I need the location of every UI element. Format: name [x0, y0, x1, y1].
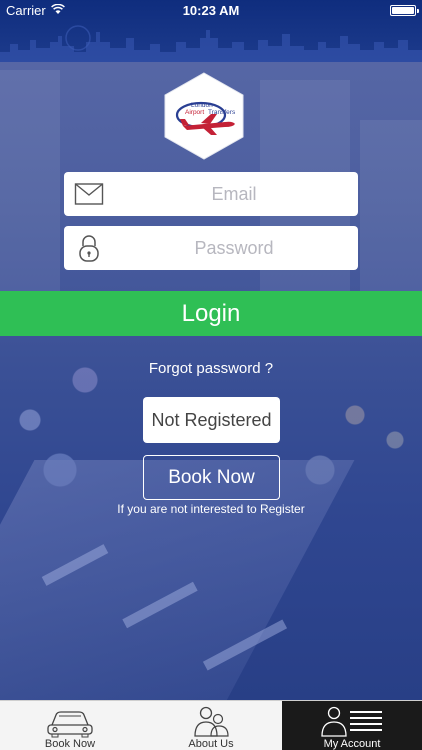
tab-label: About Us	[188, 738, 234, 750]
tab-about-us[interactable]: About Us	[141, 701, 281, 750]
car-icon	[47, 711, 93, 738]
envelope-icon	[74, 183, 104, 205]
tab-label: Book Now	[44, 738, 96, 750]
password-input[interactable]	[114, 226, 354, 270]
battery-icon	[390, 5, 419, 16]
book-now-button[interactable]: Book Now	[143, 455, 280, 500]
padlock-icon	[79, 235, 99, 262]
tab-label: My Account	[323, 738, 381, 750]
clock: 10:23 AM	[182, 3, 240, 18]
login-button[interactable]: Login	[0, 291, 422, 336]
email-field[interactable]	[64, 172, 358, 216]
tab-my-account[interactable]: My Account	[282, 701, 422, 750]
not-registered-button[interactable]: Not Registered	[143, 397, 280, 443]
logo-text-london: London	[191, 102, 213, 109]
password-field[interactable]	[64, 226, 358, 270]
people-icon	[194, 706, 229, 737]
skyline-graphic	[0, 25, 422, 62]
app-logo: London Airport Transfers	[164, 72, 244, 160]
tab-book-now[interactable]: Book Now	[0, 701, 140, 750]
email-input[interactable]	[114, 172, 354, 216]
register-hint-text: If you are not interested to Register	[117, 502, 305, 516]
forgot-password-link[interactable]: Forgot password ?	[0, 360, 422, 377]
logo-text-airport: Airport	[185, 109, 204, 116]
tab-bar: Book Now About Us My Account	[0, 700, 422, 750]
status-bar: Carrier 10:23 AM	[0, 0, 422, 62]
account-icon	[321, 706, 382, 737]
